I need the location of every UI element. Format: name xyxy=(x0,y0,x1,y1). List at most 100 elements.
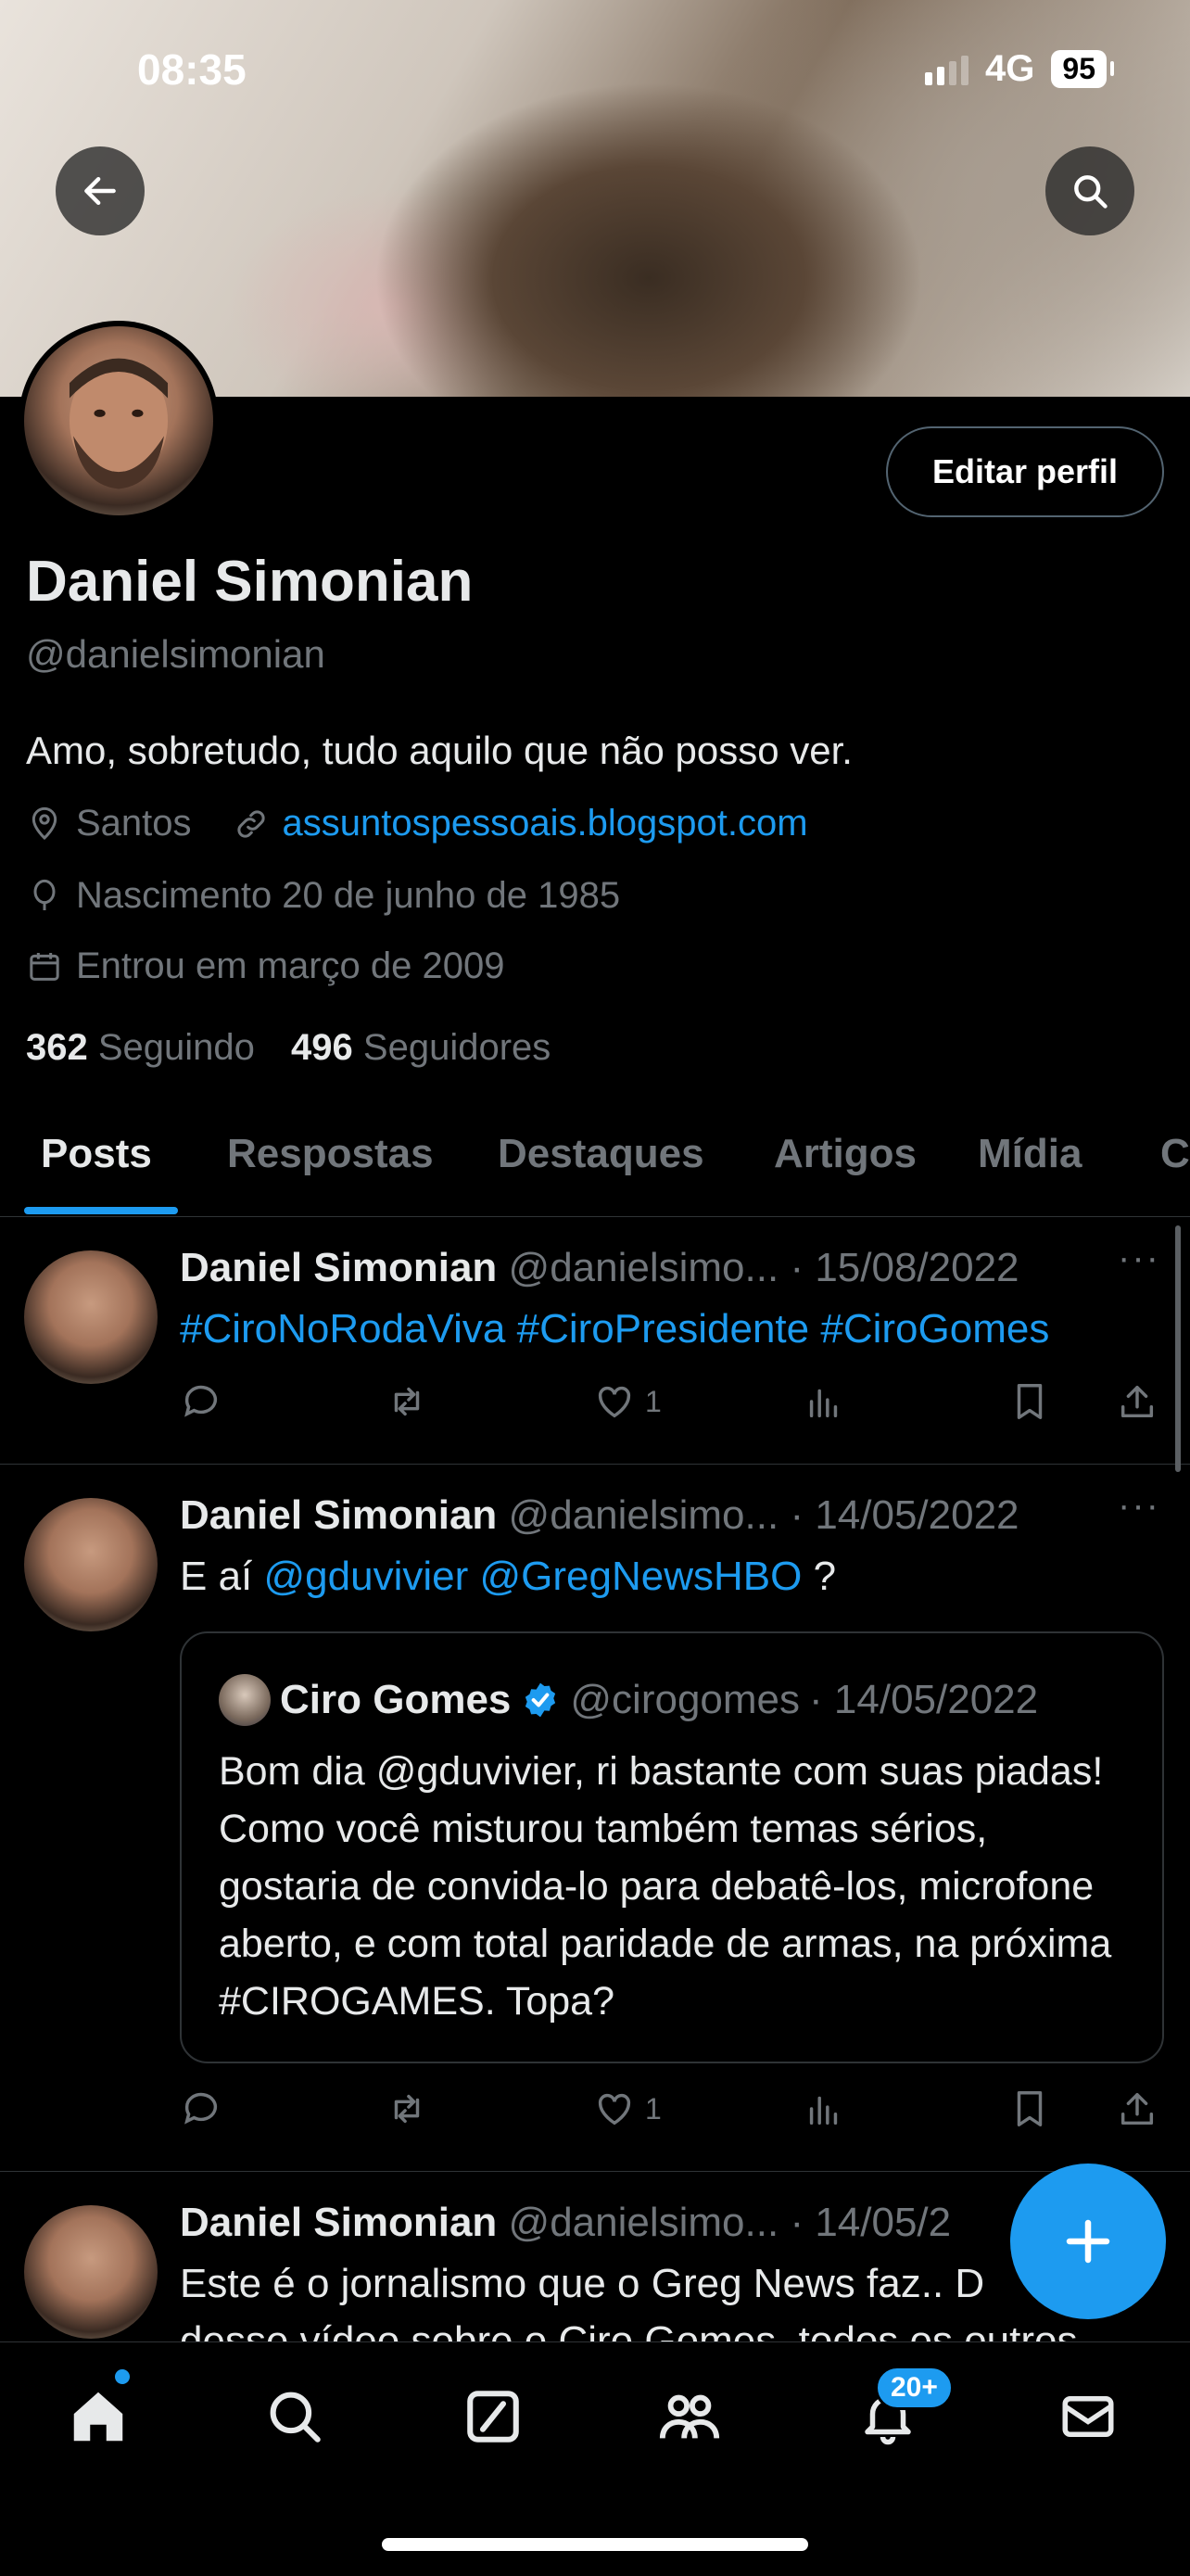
like-button[interactable]: 1 xyxy=(593,1380,662,1423)
tab-posts[interactable]: Posts xyxy=(41,1131,152,1177)
status-indicators: 4G 95 xyxy=(925,48,1114,90)
nav-home[interactable] xyxy=(61,2379,135,2454)
repost-button[interactable] xyxy=(384,1380,430,1423)
post-author[interactable]: Daniel Simonian xyxy=(180,1245,497,1290)
home-unread-dot xyxy=(115,2369,130,2384)
share-icon xyxy=(1120,2092,1154,2126)
compose-button[interactable] xyxy=(1010,2164,1166,2319)
nav-communities[interactable] xyxy=(652,2379,727,2454)
post-date: · 15/08/2022 xyxy=(790,1245,1019,1290)
home-indicator xyxy=(382,2538,808,2551)
tab-media[interactable]: Mídia xyxy=(978,1131,1082,1177)
profile-handle: @danielsimonian xyxy=(26,632,325,676)
post-handle: @danielsimo... xyxy=(508,1492,779,1538)
post-text: Este é o jornalismo que o Greg News faz.… xyxy=(180,2261,985,2306)
views-button[interactable] xyxy=(803,1380,845,1423)
post-handle: @danielsimo... xyxy=(508,2200,779,2245)
profile-website-link[interactable]: assuntospessoais.blogspot.com xyxy=(283,803,808,844)
like-button[interactable]: 1 xyxy=(593,2087,662,2130)
bookmark-button[interactable] xyxy=(1008,1380,1051,1423)
hashtag[interactable]: #CiroNoRodaViva xyxy=(180,1306,505,1351)
like-count: 1 xyxy=(645,1384,662,1418)
hashtag[interactable]: #CiroPresidente xyxy=(517,1306,810,1351)
post-header: Daniel Simonian @danielsimo... · 15/08/2… xyxy=(180,1245,1019,1291)
analytics-icon xyxy=(809,2096,838,2126)
hashtag[interactable]: #CiroGomes xyxy=(820,1306,1049,1351)
mention[interactable]: @gduvivier xyxy=(264,1554,469,1599)
heart-icon xyxy=(598,2093,631,2126)
balloon-icon xyxy=(33,879,56,910)
post-actions: 1 xyxy=(180,2087,1166,2143)
signal-icon xyxy=(925,54,969,85)
post-text-line2: desse vídeo sobre o Ciro Gomes, todos os… xyxy=(180,2318,1078,2341)
tab-replies[interactable]: Respostas xyxy=(227,1131,434,1177)
quoted-text: Bom dia @gduvivier, ri bastante com suas… xyxy=(219,1749,1112,2024)
quoted-post[interactable]: Ciro Gomes @cirogomes · 14/05/2022 Bom d… xyxy=(180,1631,1164,2063)
profile-location: Santos xyxy=(76,803,192,844)
post[interactable]: Daniel Simonian @danielsimo... · 14/05/2… xyxy=(0,1465,1190,2172)
reply-button[interactable] xyxy=(180,1380,222,1423)
mention[interactable]: @GregNewsHBO xyxy=(480,1554,803,1599)
views-button[interactable] xyxy=(803,2087,845,2130)
nav-grok[interactable] xyxy=(456,2379,530,2454)
network-label: 4G xyxy=(985,48,1035,89)
quoted-handle: @cirogomes xyxy=(570,1677,801,1722)
arrow-left-icon xyxy=(84,176,116,206)
edit-profile-button[interactable]: Editar perfil xyxy=(885,426,1164,517)
repost-icon xyxy=(394,1387,420,1416)
post-text: #CiroNoRodaViva #CiroPresidente #CiroGom… xyxy=(180,1306,1049,1352)
nav-messages[interactable] xyxy=(1051,2379,1125,2454)
share-icon xyxy=(1120,1385,1154,1418)
post-author[interactable]: Daniel Simonian xyxy=(180,2200,497,2245)
following-link[interactable]: 362 Seguindo xyxy=(26,1027,255,1068)
back-button[interactable] xyxy=(56,146,145,235)
bookmark-icon xyxy=(1017,2091,1043,2126)
reply-icon xyxy=(184,1385,218,1417)
profile-birth: Nascimento 20 de junho de 1985 xyxy=(26,875,620,917)
scrollbar[interactable] xyxy=(1175,1225,1181,1472)
post-avatar[interactable] xyxy=(24,1498,158,1631)
share-button[interactable] xyxy=(1116,1380,1158,1423)
repost-button[interactable] xyxy=(384,2087,430,2130)
profile-joined: Entrou em março de 2009 xyxy=(26,945,504,987)
followers-link[interactable]: 496 Seguidores xyxy=(291,1027,551,1068)
post-avatar[interactable] xyxy=(24,1250,158,1384)
tab-more[interactable]: C xyxy=(1160,1131,1190,1177)
bookmark-icon xyxy=(1017,1384,1043,1419)
post-actions: 1 xyxy=(180,1380,1166,1436)
profile-bio: Amo, sobretudo, tudo aquilo que não poss… xyxy=(26,729,853,772)
post-date: · 14/05/2022 xyxy=(790,1492,1019,1538)
follow-stats: 362 Seguindo 496 Seguidores xyxy=(26,1027,551,1069)
calendar-icon xyxy=(30,952,59,981)
link-icon xyxy=(236,809,265,838)
status-time: 08:35 xyxy=(137,45,247,94)
profile-joined-text: Entrou em março de 2009 xyxy=(76,945,505,986)
quoted-post-header: Ciro Gomes @cirogomes · 14/05/2022 xyxy=(219,1674,1038,1726)
tab-highlights[interactable]: Destaques xyxy=(498,1131,704,1177)
repost-icon xyxy=(394,2094,420,2124)
nav-search[interactable] xyxy=(258,2379,332,2454)
more-icon[interactable]: ··· xyxy=(1118,1237,1160,1279)
location-pin-icon xyxy=(32,806,57,840)
post-avatar[interactable] xyxy=(24,2205,158,2339)
like-count: 1 xyxy=(645,2091,662,2126)
reply-button[interactable] xyxy=(180,2087,222,2130)
search-button[interactable] xyxy=(1045,146,1134,235)
tab-articles[interactable]: Artigos xyxy=(774,1131,917,1177)
battery-icon: 95 xyxy=(1051,50,1114,88)
profile-birth-text: Nascimento 20 de junho de 1985 xyxy=(76,875,621,916)
profile-meta-location-website: Santos assuntospessoais.blogspot.com xyxy=(26,803,808,844)
notifications-badge: 20+ xyxy=(875,2366,954,2410)
share-button[interactable] xyxy=(1116,2087,1158,2130)
search-icon xyxy=(270,2392,321,2443)
home-icon xyxy=(73,2392,123,2442)
bookmark-button[interactable] xyxy=(1008,2087,1051,2130)
post-header: Daniel Simonian @danielsimo... · 14/05/2 xyxy=(180,2200,951,2246)
profile-avatar[interactable] xyxy=(19,321,219,521)
post-author[interactable]: Daniel Simonian xyxy=(180,1492,497,1538)
more-icon[interactable]: ··· xyxy=(1118,1485,1160,1527)
quote-container: Ciro Gomes @cirogomes · 14/05/2022 Bom d… xyxy=(0,1631,1190,2063)
post[interactable]: Daniel Simonian @danielsimo... · 15/08/2… xyxy=(0,1217,1190,1465)
post-text: E aí @gduvivier @GregNewsHBO ? xyxy=(180,1554,837,1599)
post-header: Daniel Simonian @danielsimo... · 14/05/2… xyxy=(180,1492,1019,1539)
